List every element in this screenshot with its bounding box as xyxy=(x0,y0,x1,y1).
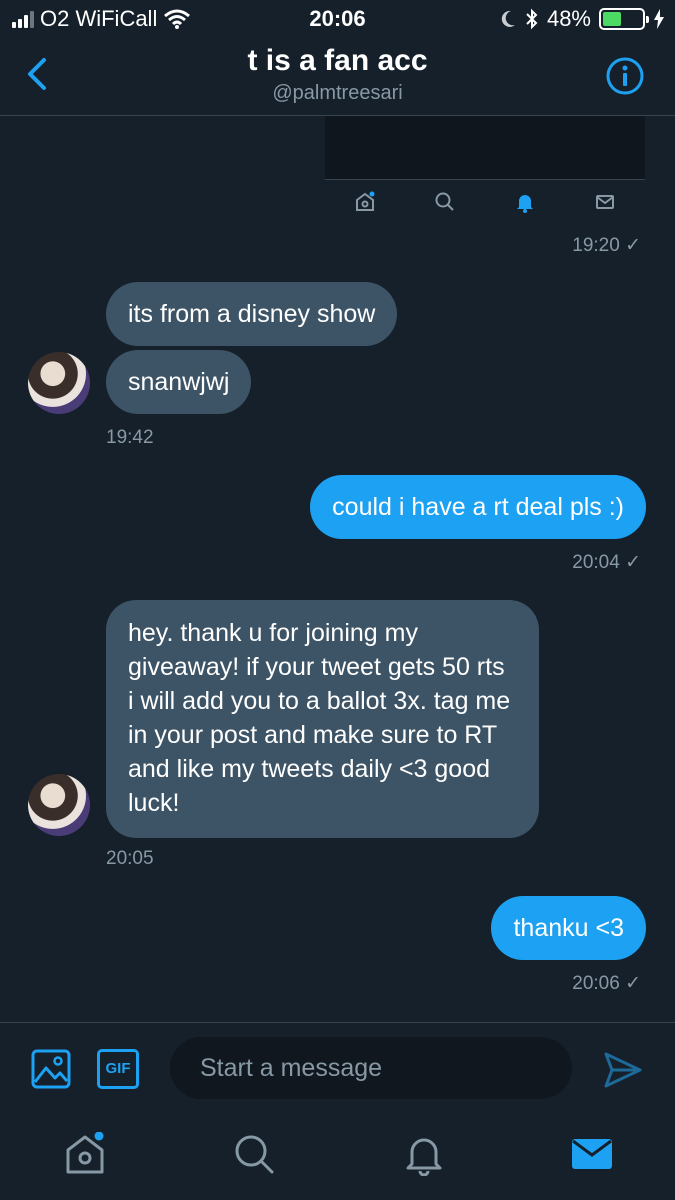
home-icon[interactable] xyxy=(63,1132,107,1176)
status-bar: O2 WiFiCall 20:06 48% xyxy=(0,0,675,40)
message-input[interactable] xyxy=(170,1037,572,1099)
search-icon xyxy=(435,192,454,211)
mail-icon[interactable] xyxy=(570,1132,614,1176)
send-icon[interactable] xyxy=(603,1051,643,1089)
bell-icon xyxy=(517,195,533,213)
incoming-message-bubble[interactable]: hey. thank u for joining my giveaway! if… xyxy=(106,600,539,838)
bluetooth-icon xyxy=(526,8,538,30)
battery-percent: 48% xyxy=(546,6,591,31)
bottom-tab-bar xyxy=(0,1114,675,1200)
home-icon xyxy=(356,191,375,211)
gif-button[interactable]: GIF xyxy=(97,1049,139,1089)
outgoing-message-bubble[interactable]: thanku <3 xyxy=(491,896,646,960)
shared-image-tabbar xyxy=(325,182,645,222)
message-timestamp: 20:06 ✓ xyxy=(572,973,641,994)
mail-icon xyxy=(596,195,614,209)
message-timestamp: 20:05 xyxy=(106,848,154,869)
incoming-message-bubble[interactable]: snanwjwj xyxy=(106,350,252,414)
info-icon[interactable] xyxy=(605,56,645,96)
conversation-title[interactable]: t is a fan acc xyxy=(0,44,675,78)
charging-bolt-icon xyxy=(654,9,664,29)
search-icon[interactable] xyxy=(232,1132,276,1176)
message-composer: GIF xyxy=(0,1022,675,1114)
shared-image[interactable] xyxy=(325,116,645,180)
message-timestamp: 19:20 ✓ xyxy=(572,235,641,256)
moon-icon xyxy=(501,10,515,27)
avatar[interactable] xyxy=(28,774,90,836)
conversation-handle: @palmtreesari xyxy=(272,82,403,104)
image-picker-icon[interactable] xyxy=(31,1049,71,1089)
bell-icon[interactable] xyxy=(402,1132,446,1176)
conversation-header: t is a fan acc @palmtreesari xyxy=(0,40,675,116)
battery-icon xyxy=(599,8,649,30)
outgoing-message-bubble[interactable]: could i have a rt deal pls :) xyxy=(310,475,646,539)
incoming-message-bubble[interactable]: its from a disney show xyxy=(106,282,398,346)
avatar[interactable] xyxy=(28,352,90,414)
message-timestamp: 20:04 ✓ xyxy=(572,552,641,573)
message-timestamp: 19:42 xyxy=(106,427,154,448)
